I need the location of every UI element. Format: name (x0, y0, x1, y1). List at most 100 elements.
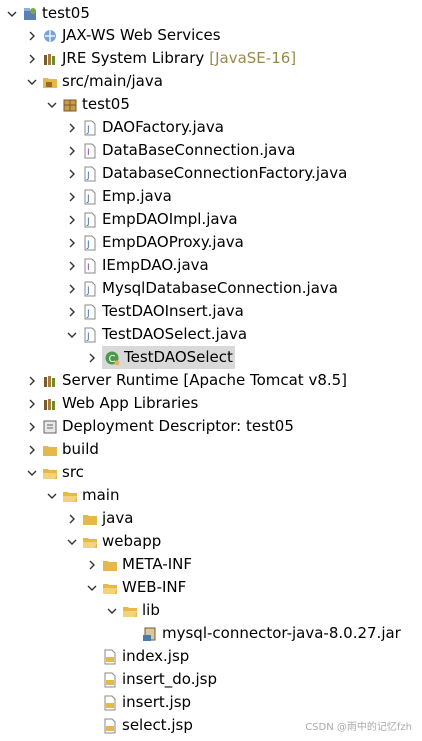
svg-text:J: J (86, 217, 90, 227)
jre-version-decoration: [JavaSE-16] (209, 49, 297, 67)
chevron-down-icon[interactable] (66, 536, 78, 548)
tree-item-label: IEmpDAO.java (102, 256, 209, 274)
tree-item-java-file[interactable]: J MysqlDatabaseConnection.java (66, 277, 338, 300)
tree-item-web-app-libraries[interactable]: Web App Libraries (26, 392, 198, 415)
chevron-down-icon[interactable] (66, 329, 78, 341)
tree-item-jre-system-library[interactable]: JRE System Library [JavaSE-16] (26, 47, 296, 70)
library-icon (42, 373, 58, 389)
tree-item-label: DataBaseConnection.java (102, 141, 296, 159)
tree-item-label: test05 (82, 95, 130, 113)
chevron-down-icon[interactable] (86, 582, 98, 594)
chevron-down-icon[interactable] (6, 8, 18, 20)
tree-item-folder-src[interactable]: src (26, 461, 84, 484)
chevron-right-icon[interactable] (66, 145, 78, 157)
chevron-down-icon[interactable] (26, 76, 38, 88)
tree-item-label: DAOFactory.java (102, 118, 224, 136)
tree-item-folder-lib[interactable]: lib (106, 599, 160, 622)
descriptor-icon (42, 419, 58, 435)
project-icon (22, 6, 38, 22)
tree-item-java-file[interactable]: J DatabaseConnectionFactory.java (66, 162, 347, 185)
tree-item-label: src/main/java (62, 72, 163, 90)
chevron-down-icon[interactable] (46, 490, 58, 502)
java-file-icon: J (82, 304, 98, 320)
tree-item-deployment-descriptor[interactable]: Deployment Descriptor: test05 (26, 415, 294, 438)
chevron-right-icon[interactable] (66, 191, 78, 203)
chevron-right-icon[interactable] (66, 122, 78, 134)
webservice-icon (42, 28, 58, 44)
tree-item-server-runtime[interactable]: Server Runtime [Apache Tomcat v8.5] (26, 369, 347, 392)
tree-item-jar-file[interactable]: mysql-connector-java-8.0.27.jar (142, 622, 401, 645)
tree-item-package-test05[interactable]: test05 (46, 93, 130, 116)
chevron-right-icon[interactable] (86, 352, 98, 364)
chevron-down-icon[interactable] (26, 467, 38, 479)
tree-item-label: test05 (42, 4, 90, 22)
tree-item-label: index.jsp (122, 647, 190, 665)
chevron-right-icon[interactable] (26, 398, 38, 410)
tree-item-label: WEB-INF (122, 578, 187, 596)
tree-item-jsp-file[interactable]: select.jsp (102, 714, 193, 737)
chevron-down-icon[interactable] (46, 99, 58, 111)
tree-item-class-testdaoselect[interactable]: C TestDAOSelect (86, 346, 235, 369)
tree-item-java-file[interactable]: I IEmpDAO.java (66, 254, 209, 277)
jsp-file-icon (102, 672, 118, 688)
chevron-down-icon[interactable] (106, 605, 118, 617)
tree-item-jsp-file[interactable]: index.jsp (102, 645, 189, 668)
tree-item-folder-meta-inf[interactable]: META-INF (86, 553, 192, 576)
tree-item-label: JRE System Library (62, 49, 205, 67)
tree-item-java-file[interactable]: I DataBaseConnection.java (66, 139, 295, 162)
chevron-right-icon[interactable] (26, 444, 38, 456)
tree-item-project-test05[interactable]: test05 (6, 2, 90, 25)
tree-item-jsp-file[interactable]: insert_do.jsp (102, 668, 217, 691)
svg-text:J: J (86, 240, 90, 250)
java-interface-file-icon: I (82, 258, 98, 274)
tree-item-folder-main[interactable]: main (46, 484, 119, 507)
svg-text:J: J (86, 125, 90, 135)
tree-item-folder-build[interactable]: build (26, 438, 99, 461)
tree-item-folder-webapp[interactable]: webapp (66, 530, 161, 553)
svg-text:J: J (86, 286, 90, 296)
tree-item-jax-ws[interactable]: JAX-WS Web Services (26, 24, 221, 47)
chevron-right-icon[interactable] (66, 260, 78, 272)
chevron-right-icon[interactable] (66, 283, 78, 295)
chevron-right-icon[interactable] (26, 30, 38, 42)
chevron-right-icon[interactable] (66, 306, 78, 318)
chevron-right-icon[interactable] (66, 237, 78, 249)
java-file-icon: J (82, 166, 98, 182)
chevron-right-icon[interactable] (66, 513, 78, 525)
chevron-right-icon[interactable] (26, 53, 38, 65)
tree-item-java-file[interactable]: J DAOFactory.java (66, 116, 224, 139)
java-file-icon: J (82, 212, 98, 228)
tree-item-java-file[interactable]: J EmpDAOImpl.java (66, 208, 238, 231)
class-icon: C (104, 350, 120, 366)
tree-item-label: Emp.java (102, 187, 172, 205)
tree-item-src-main-java[interactable]: src/main/java (26, 70, 163, 93)
tree-item-label: main (82, 486, 120, 504)
chevron-right-icon[interactable] (66, 168, 78, 180)
java-file-icon: J (82, 281, 98, 297)
chevron-right-icon[interactable] (26, 375, 38, 387)
tree-item-java-file[interactable]: J Emp.java (66, 185, 172, 208)
tree-item-java-file[interactable]: J TestDAOInsert.java (66, 300, 244, 323)
tree-item-label: TestDAOSelect (124, 348, 233, 366)
chevron-right-icon[interactable] (86, 559, 98, 571)
java-file-icon: J (82, 327, 98, 343)
tree-item-label: EmpDAOProxy.java (102, 233, 244, 251)
tree-item-label: JAX-WS Web Services (62, 26, 221, 44)
tree-item-label: Web App Libraries (62, 394, 199, 412)
tree-item-java-file[interactable]: J EmpDAOProxy.java (66, 231, 244, 254)
java-file-icon: J (82, 235, 98, 251)
tree-item-folder-java[interactable]: java (66, 507, 133, 530)
package-icon (62, 97, 78, 113)
jsp-file-icon (102, 649, 118, 665)
tree-item-java-file[interactable]: J TestDAOSelect.java (66, 323, 247, 346)
jsp-file-icon (102, 718, 118, 734)
folder-open-icon (42, 465, 58, 481)
chevron-right-icon[interactable] (26, 421, 38, 433)
tree-item-jsp-file[interactable]: insert.jsp (102, 691, 191, 714)
svg-text:J: J (86, 194, 90, 204)
chevron-right-icon[interactable] (66, 214, 78, 226)
tree-item-folder-web-inf[interactable]: WEB-INF (86, 576, 186, 599)
folder-open-icon (62, 488, 78, 504)
tree-item-label: lib (142, 601, 160, 619)
svg-text:J: J (86, 171, 90, 181)
